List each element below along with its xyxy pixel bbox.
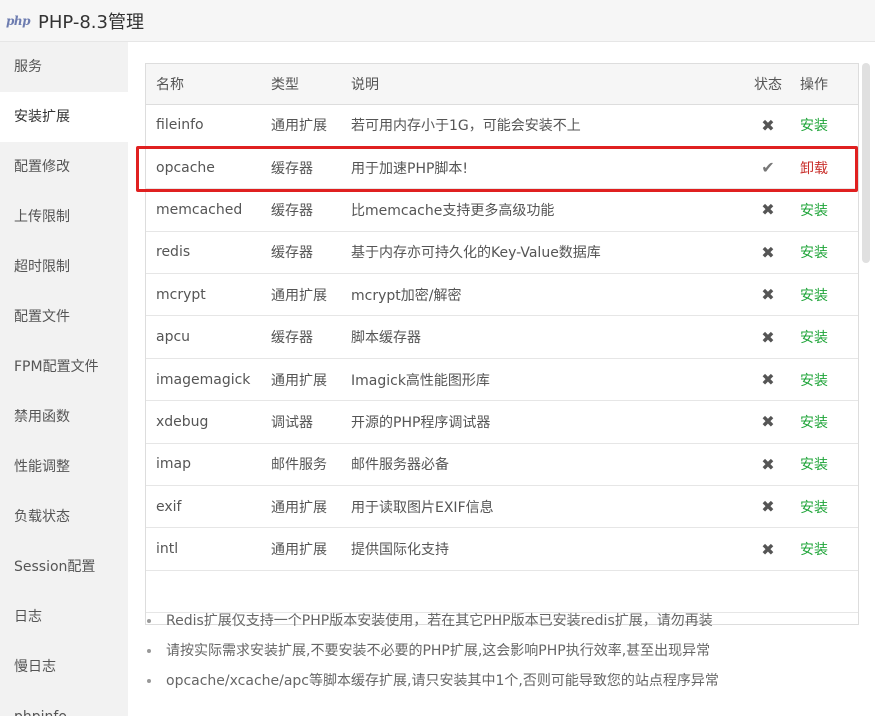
install-button[interactable]: 安装 (800, 118, 828, 134)
not-installed-icon: ✖ (761, 200, 775, 220)
sidebar-item-upload-limit[interactable]: 上传限制 (0, 192, 128, 242)
table-row: xdebug 调试器 开源的PHP程序调试器 ✖ 安装 (146, 400, 858, 444)
main-panel: 名称 类型 说明 状态 操作 fileinfo 通用扩展 若可用内存小于1G，可… (128, 42, 875, 716)
not-installed-icon: ✖ (761, 412, 775, 432)
table-row: redis 缓存器 基于内存亦可持久化的Key-Value数据库 ✖ 安装 (146, 231, 858, 275)
sidebar-item-phpinfo[interactable]: phpinfo (0, 692, 128, 716)
table-row: exif 通用扩展 用于读取图片EXIF信息 ✖ 安装 (146, 485, 858, 529)
not-installed-icon: ✖ (761, 539, 775, 559)
not-installed-icon: ✖ (761, 242, 775, 262)
not-installed-icon: ✖ (761, 454, 775, 474)
extension-type: 缓存器 (261, 188, 341, 232)
note-item: 请按实际需求安装扩展,不要安装不必要的PHP扩展,这会影响PHP执行效率,甚至出… (144, 636, 859, 666)
extension-description: Imagick高性能图形库 (341, 358, 746, 402)
install-button[interactable]: 安装 (800, 500, 828, 516)
table-scrollbar[interactable] (862, 63, 870, 263)
extension-name: imagemagick (146, 358, 261, 402)
not-installed-icon: ✖ (761, 497, 775, 517)
extension-description: 提供国际化支持 (341, 527, 746, 571)
extension-name: xdebug (146, 400, 261, 444)
extension-description: 邮件服务器必备 (341, 443, 746, 487)
table-row: mcrypt 通用扩展 mcrypt加密/解密 ✖ 安装 (146, 273, 858, 317)
sidebar-item-slow-log[interactable]: 慢日志 (0, 642, 128, 692)
column-header-type: 类型 (261, 64, 341, 105)
window-title: PHP-8.3管理 (38, 11, 144, 33)
extension-description: 脚本缓存器 (341, 315, 746, 359)
extension-description: 基于内存亦可持久化的Key-Value数据库 (341, 231, 746, 275)
install-button[interactable]: 安装 (800, 415, 828, 431)
sidebar-item-install-extensions[interactable]: 安装扩展 (0, 92, 128, 142)
column-header-description: 说明 (341, 64, 746, 105)
note-item: opcache/xcache/apc等脚本缓存扩展,请只安装其中1个,否则可能导… (144, 666, 859, 696)
not-installed-icon: ✖ (761, 327, 775, 347)
extension-type: 通用扩展 (261, 273, 341, 317)
table-row: intl 通用扩展 提供国际化支持 ✖ 安装 (146, 527, 858, 571)
sidebar-item-config-edit[interactable]: 配置修改 (0, 142, 128, 192)
extension-type: 通用扩展 (261, 104, 341, 147)
install-button[interactable]: 安装 (800, 542, 828, 558)
sidebar-item-service[interactable]: 服务 (0, 42, 128, 92)
extension-type: 缓存器 (261, 146, 341, 190)
extension-type: 调试器 (261, 400, 341, 444)
extension-description: mcrypt加密/解密 (341, 273, 746, 317)
column-header-action: 操作 (790, 64, 858, 105)
notes-list: Redis扩展仅支持一个PHP版本安装使用，若在其它PHP版本已安装redis扩… (144, 606, 859, 696)
extension-type: 通用扩展 (261, 358, 341, 402)
title-bar: php PHP-8.3管理 (0, 0, 875, 42)
install-button[interactable]: 安装 (800, 457, 828, 473)
sidebar-item-performance-tuning[interactable]: 性能调整 (0, 442, 128, 492)
extension-name: mcrypt (146, 273, 261, 317)
install-button[interactable]: 安装 (800, 330, 828, 346)
extension-description: 比memcache支持更多高级功能 (341, 188, 746, 232)
sidebar-item-timeout-limit[interactable]: 超时限制 (0, 242, 128, 292)
extension-description: 若可用内存小于1G，可能会安装不上 (341, 104, 746, 147)
sidebar-item-log[interactable]: 日志 (0, 592, 128, 642)
sidebar-item-session-config[interactable]: Session配置 (0, 542, 128, 592)
extension-type: 通用扩展 (261, 527, 341, 571)
extensions-table-container[interactable]: 名称 类型 说明 状态 操作 fileinfo 通用扩展 若可用内存小于1G，可… (145, 63, 859, 625)
extensions-table: 名称 类型 说明 状态 操作 fileinfo 通用扩展 若可用内存小于1G，可… (146, 64, 858, 614)
sidebar: 服务 安装扩展 配置修改 上传限制 超时限制 配置文件 FPM配置文件 禁用函数… (0, 42, 128, 716)
table-row: opcache 缓存器 用于加速PHP脚本! ✔ 卸载 (146, 146, 858, 190)
extension-name: intl (146, 527, 261, 571)
table-row: imagemagick 通用扩展 Imagick高性能图形库 ✖ 安装 (146, 358, 858, 402)
install-button[interactable]: 安装 (800, 373, 828, 389)
extension-name: redis (146, 231, 261, 275)
php-logo-icon: php (6, 13, 31, 28)
table-row: fileinfo 通用扩展 若可用内存小于1G，可能会安装不上 ✖ 安装 (146, 104, 858, 147)
extension-name: opcache (146, 146, 261, 190)
table-header-row: 名称 类型 说明 状态 操作 (146, 64, 858, 105)
extension-type: 邮件服务 (261, 443, 341, 487)
table-row: imap 邮件服务 邮件服务器必备 ✖ 安装 (146, 443, 858, 487)
extension-type: 缓存器 (261, 231, 341, 275)
not-installed-icon: ✖ (761, 285, 775, 305)
note-item: Redis扩展仅支持一个PHP版本安装使用，若在其它PHP版本已安装redis扩… (144, 606, 859, 636)
extension-name: imap (146, 443, 261, 487)
sidebar-item-config-file[interactable]: 配置文件 (0, 292, 128, 342)
extension-description: 用于加速PHP脚本! (341, 146, 746, 190)
extension-description: 开源的PHP程序调试器 (341, 400, 746, 444)
extension-type: 通用扩展 (261, 485, 341, 529)
extension-type: 缓存器 (261, 315, 341, 359)
install-button[interactable]: 安装 (800, 245, 828, 261)
table-row: apcu 缓存器 脚本缓存器 ✖ 安装 (146, 315, 858, 359)
not-installed-icon: ✖ (761, 370, 775, 390)
extension-description: 用于读取图片EXIF信息 (341, 485, 746, 529)
uninstall-button[interactable]: 卸载 (800, 161, 828, 177)
extension-name: apcu (146, 315, 261, 359)
column-header-status: 状态 (746, 64, 790, 105)
install-button[interactable]: 安装 (800, 288, 828, 304)
sidebar-item-disabled-functions[interactable]: 禁用函数 (0, 392, 128, 442)
column-header-name: 名称 (146, 64, 261, 105)
extension-name: fileinfo (146, 104, 261, 147)
extension-name: memcached (146, 188, 261, 232)
table-row: memcached 缓存器 比memcache支持更多高级功能 ✖ 安装 (146, 188, 858, 232)
not-installed-icon: ✖ (761, 115, 775, 135)
installed-check-icon: ✔ (761, 158, 775, 178)
install-button[interactable]: 安装 (800, 203, 828, 219)
sidebar-item-load-status[interactable]: 负载状态 (0, 492, 128, 542)
extension-name: exif (146, 485, 261, 529)
sidebar-item-fpm-config-file[interactable]: FPM配置文件 (0, 342, 128, 392)
